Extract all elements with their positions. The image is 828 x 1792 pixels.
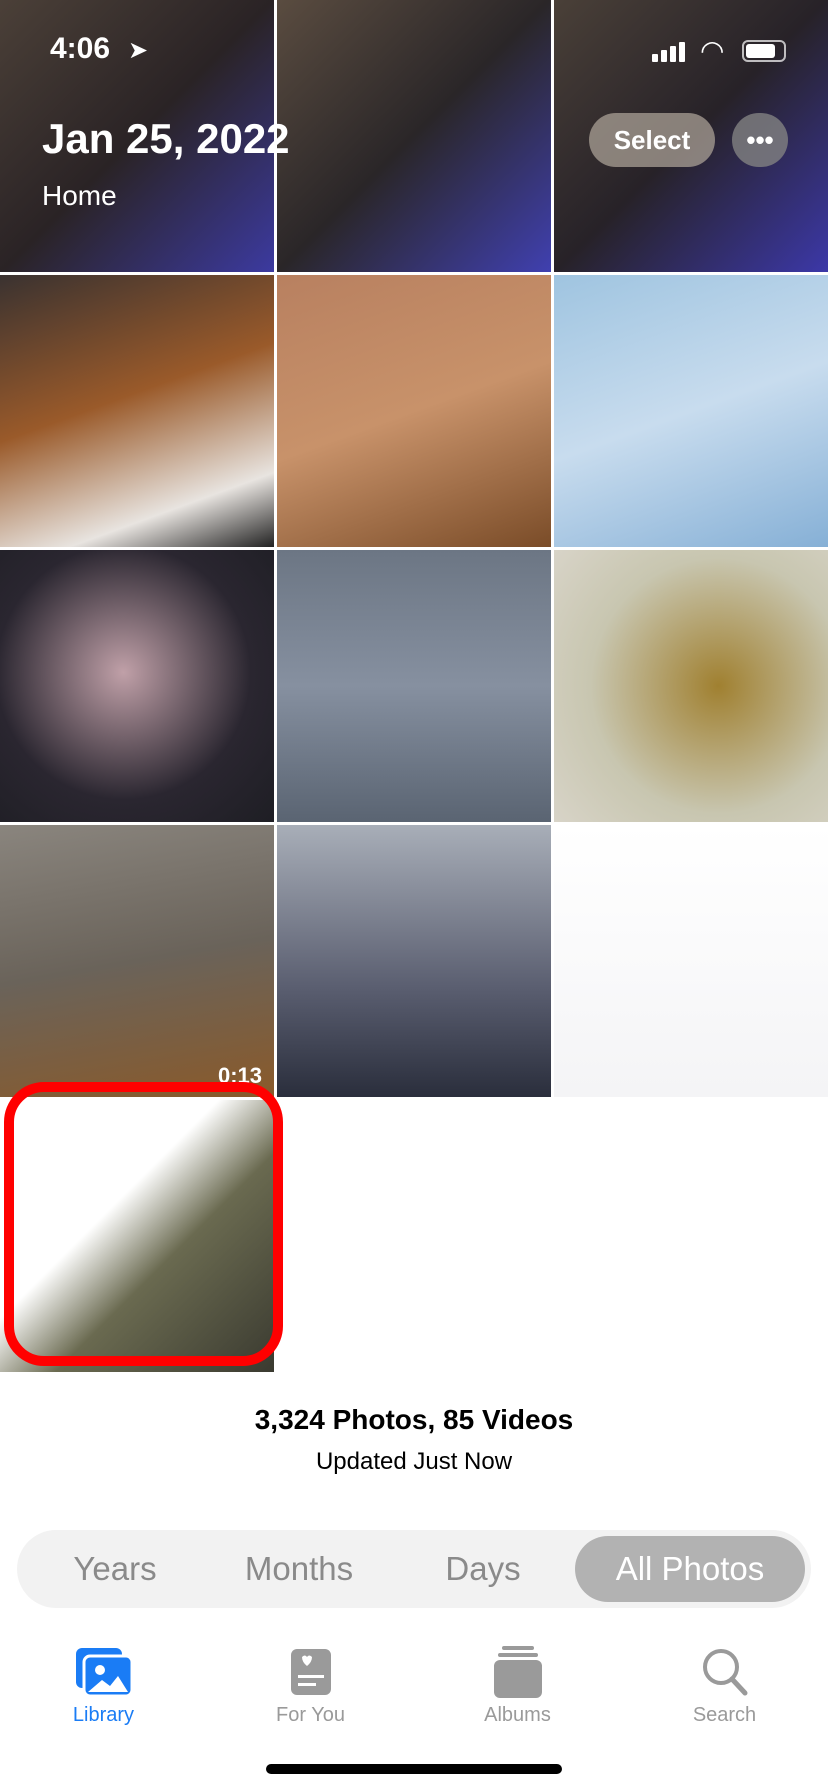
photo-thumbnail[interactable] bbox=[0, 275, 274, 547]
photo-thumbnail[interactable] bbox=[277, 550, 551, 822]
more-options-button[interactable]: ••• bbox=[732, 113, 788, 167]
status-time: 4:06 bbox=[50, 32, 111, 65]
search-icon bbox=[702, 1649, 747, 1696]
section-location: Home bbox=[42, 180, 117, 211]
photo-thumbnail[interactable] bbox=[277, 275, 551, 547]
tab-search[interactable]: Search bbox=[621, 1640, 828, 1727]
battery-icon bbox=[742, 40, 786, 62]
photo-thumbnail[interactable] bbox=[554, 550, 828, 822]
photo-thumbnail[interactable] bbox=[554, 275, 828, 547]
highlight-box bbox=[4, 1082, 283, 1366]
for-you-icon bbox=[290, 1649, 331, 1695]
wifi-icon: ◠ bbox=[700, 35, 725, 66]
segment-months[interactable]: Months bbox=[207, 1536, 391, 1602]
photo-thumbnail[interactable] bbox=[277, 825, 551, 1097]
section-date: Jan 25, 2022 bbox=[42, 115, 290, 162]
segment-years[interactable]: Years bbox=[23, 1536, 207, 1602]
video-thumbnail[interactable]: 0:13 bbox=[0, 825, 274, 1097]
home-indicator[interactable] bbox=[266, 1764, 562, 1774]
status-bar: 4:06 ➤ ◠ bbox=[0, 30, 828, 70]
cellular-signal-icon bbox=[652, 42, 685, 62]
tab-for-you[interactable]: For You bbox=[207, 1640, 414, 1727]
photo-library-icon bbox=[75, 1648, 133, 1698]
segment-days[interactable]: Days bbox=[391, 1536, 575, 1602]
photo-thumbnail[interactable] bbox=[0, 550, 274, 822]
tab-label: For You bbox=[276, 1704, 345, 1726]
tab-label: Albums bbox=[484, 1704, 551, 1726]
tab-albums[interactable]: Albums bbox=[414, 1640, 621, 1727]
tab-library[interactable]: Library bbox=[0, 1640, 207, 1727]
view-segmented-control: Years Months Days All Photos bbox=[17, 1530, 811, 1608]
library-count: 3,324 Photos, 85 Videos bbox=[254, 1404, 574, 1435]
library-updated-status: Updated Just Now bbox=[315, 1448, 513, 1475]
tab-bar: Library For You Albums Search bbox=[0, 1640, 828, 1727]
tab-label: Search bbox=[692, 1704, 757, 1726]
photo-thumbnail[interactable] bbox=[554, 825, 828, 1097]
albums-icon bbox=[493, 1646, 542, 1698]
segment-all-photos[interactable]: All Photos bbox=[575, 1536, 805, 1602]
tab-label: Library bbox=[72, 1704, 135, 1726]
location-arrow-icon: ➤ bbox=[128, 37, 149, 64]
select-button[interactable]: Select bbox=[589, 113, 715, 167]
